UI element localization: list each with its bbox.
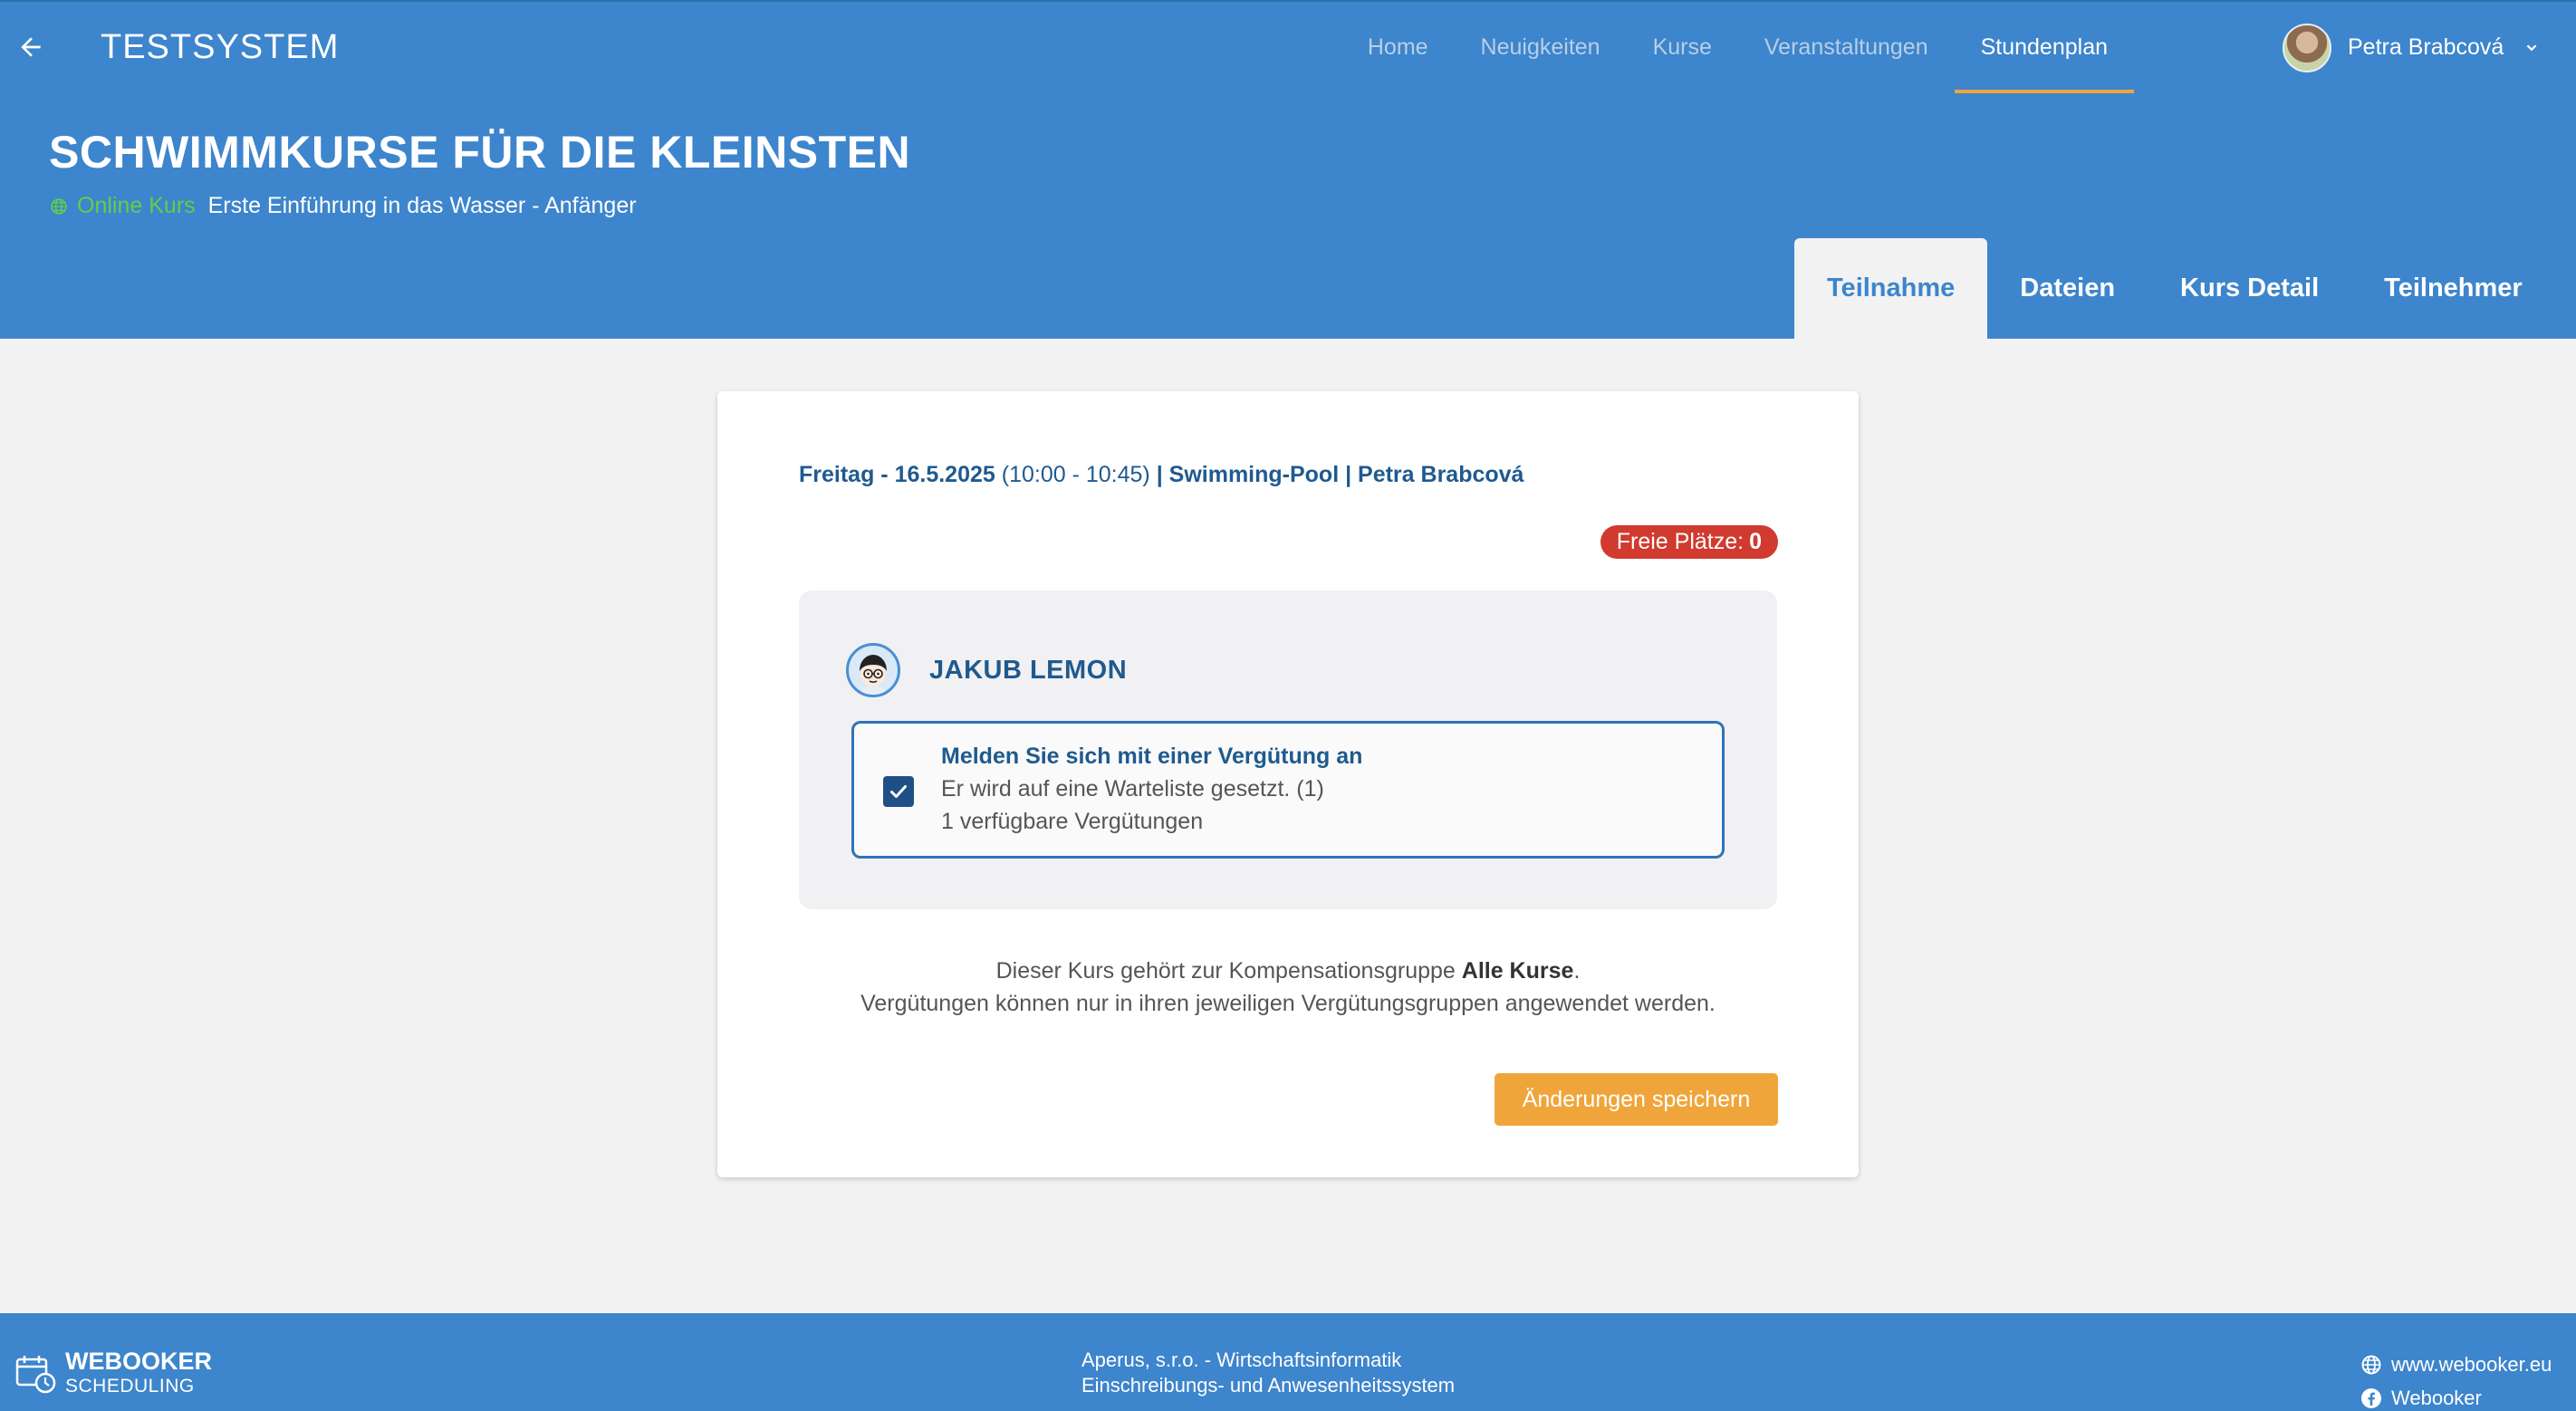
company-system: Einschreibungs- und Anwesenheitssystem xyxy=(1081,1374,1456,1397)
facebook-link-label: Webooker xyxy=(2391,1387,2482,1409)
free-spots-badge: Freie Plätze: 0 xyxy=(1600,525,1778,559)
participant-avatar xyxy=(846,643,900,697)
course-description: Erste Einführung in das Wasser - Anfänge… xyxy=(207,193,637,218)
facebook-link[interactable]: Webooker xyxy=(2360,1381,2552,1411)
free-spots-label: Freie Plätze: xyxy=(1616,529,1745,554)
website-link-label: www.webooker.eu xyxy=(2391,1353,2552,1376)
user-name: Petra Brabcová xyxy=(2348,34,2504,60)
tab-dateien[interactable]: Dateien xyxy=(1987,238,2148,339)
compensation-rule: Vergütungen können nur in ihren jeweilig… xyxy=(860,991,1716,1016)
waitlist-note: Er wird auf eine Warteliste gesetzt. (1) xyxy=(941,776,1324,801)
course-subtitle: Online Kurs Erste Einführung in das Wass… xyxy=(50,193,637,219)
footer-brand: WEBOOKER SCHEDULING xyxy=(14,1348,212,1398)
facebook-icon xyxy=(2361,1387,2381,1408)
compensation-checkbox[interactable] xyxy=(883,776,914,807)
nav-stundenplan[interactable]: Stundenplan xyxy=(1954,2,2135,93)
session-info: Freitag - 16.5.2025 (10:00 - 10:45) | Sw… xyxy=(799,462,1523,488)
save-changes-button[interactable]: Änderungen speichern xyxy=(1495,1073,1778,1126)
user-menu[interactable]: Petra Brabcová xyxy=(2283,2,2542,93)
tab-teilnahme[interactable]: Teilnahme xyxy=(1794,238,1988,339)
online-course-label: Online Kurs xyxy=(77,193,196,218)
main-nav: Home Neuigkeiten Kurse Veranstaltungen S… xyxy=(1341,2,2135,93)
session-location-trainer: | Swimming-Pool | Petra Brabcová xyxy=(1156,462,1524,487)
chevron-down-icon xyxy=(2522,38,2542,58)
participant-name: JAKUB LEMON xyxy=(929,656,1128,685)
tab-kurs-detail[interactable]: Kurs Detail xyxy=(2148,238,2351,339)
nav-home[interactable]: Home xyxy=(1341,2,1455,93)
compensation-group-suffix: . xyxy=(1573,958,1581,984)
free-spots-count: 0 xyxy=(1749,529,1762,554)
footer-company: Aperus, s.r.o. - Wirtschaftsinformatik E… xyxy=(1081,1348,1455,1398)
brand-tagline: SCHEDULING xyxy=(65,1376,195,1397)
compensation-group-name: Alle Kurse xyxy=(1461,958,1574,984)
globe-icon xyxy=(2361,1355,2381,1374)
available-compensations: 1 verfügbare Vergütungen xyxy=(941,809,1204,834)
footer-links: www.webooker.eu Webooker xyxy=(2360,1348,2552,1411)
course-header: SCHWIMMKURSE FÜR DIE KLEINSTEN Online Ku… xyxy=(0,93,2576,339)
globe-icon xyxy=(50,197,70,216)
back-arrow-icon[interactable] xyxy=(13,29,49,65)
nav-veranstaltungen[interactable]: Veranstaltungen xyxy=(1738,2,1955,93)
nav-kurse[interactable]: Kurse xyxy=(1627,2,1738,93)
calendar-clock-icon xyxy=(15,1356,56,1394)
course-title: SCHWIMMKURSE FÜR DIE KLEINSTEN xyxy=(49,127,911,178)
course-tabs: Teilnahme Dateien Kurs Detail Teilnehmer xyxy=(1794,238,2555,339)
session-date: Freitag - 16.5.2025 xyxy=(799,462,995,487)
compensation-option[interactable]: Melden Sie sich mit einer Vergütung an E… xyxy=(851,721,1725,859)
compensation-info: Dieser Kurs gehört zur Kompensationsgrup… xyxy=(717,955,1859,1020)
website-link[interactable]: www.webooker.eu xyxy=(2360,1348,2552,1381)
company-name: Aperus, s.r.o. - Wirtschaftsinformatik xyxy=(1081,1349,1402,1371)
tab-teilnehmer[interactable]: Teilnehmer xyxy=(2351,238,2555,339)
nav-neuigkeiten[interactable]: Neuigkeiten xyxy=(1455,2,1627,93)
compensation-group-prefix: Dieser Kurs gehört zur Kompensationsgrup… xyxy=(995,958,1456,984)
user-avatar xyxy=(2283,23,2331,72)
footer: WEBOOKER SCHEDULING Aperus, s.r.o. - Wir… xyxy=(0,1313,2576,1411)
brand-name: WEBOOKER xyxy=(65,1348,212,1375)
attendance-card: Freitag - 16.5.2025 (10:00 - 10:45) | Sw… xyxy=(717,391,1859,1177)
session-time: (10:00 - 10:45) xyxy=(1001,462,1150,487)
participant-box: JAKUB LEMON Melden Sie sich mit einer Ve… xyxy=(799,590,1777,909)
compensation-option-title: Melden Sie sich mit einer Vergütung an xyxy=(941,744,1363,769)
app-title[interactable]: TESTSYSTEM xyxy=(101,29,339,65)
top-navbar: TESTSYSTEM Home Neuigkeiten Kurse Verans… xyxy=(0,0,2576,93)
